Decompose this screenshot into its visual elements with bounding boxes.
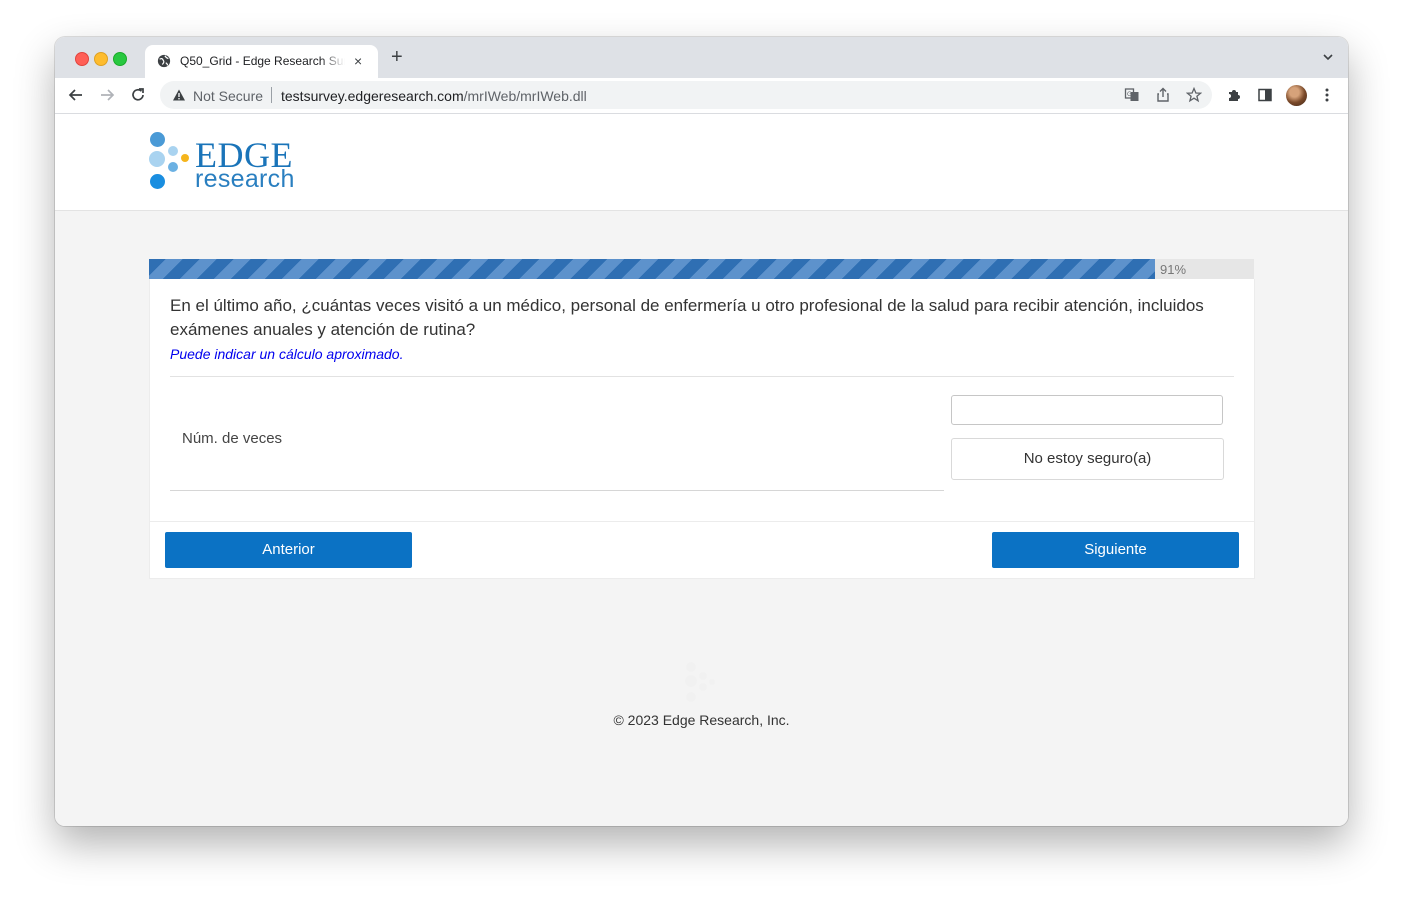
side-panel-icon[interactable] [1257,87,1273,103]
edge-research-logo: EDGE research [147,129,307,195]
copyright-text: © 2023 Edge Research, Inc. [613,712,790,728]
previous-button[interactable]: Anterior [165,532,412,568]
next-button[interactable]: Siguiente [992,532,1239,568]
navigation-bar: Anterior Siguiente [150,521,1254,579]
tab-strip: Q50_Grid - Edge Research Survey × + [55,37,1348,78]
more-menu-icon[interactable] [1319,87,1335,103]
divider [170,376,1234,377]
logo-dot [181,154,189,162]
security-label[interactable]: Not Secure [193,88,263,104]
profile-avatar[interactable] [1286,85,1307,106]
logo-dot [149,151,165,167]
share-icon[interactable] [1155,87,1171,103]
browser-tab[interactable]: Q50_Grid - Edge Research Survey × [145,45,378,78]
browser-toolbar: Not Secure testsurvey.edgeresearch.com/m… [55,78,1348,114]
minimize-window-button[interactable] [94,52,108,66]
progress-percent: 91% [1160,262,1187,277]
progress-fill [149,259,1155,279]
maximize-window-button[interactable] [113,52,127,66]
logo-dot [168,162,178,172]
question-hint: Puede indicar un cálculo aproximado. [170,346,404,362]
extensions-puzzle-icon[interactable] [1226,87,1242,103]
site-header: EDGE research [55,114,1348,211]
address-separator [271,87,272,103]
logo-dot [150,132,165,147]
logo-watermark-icon [685,662,715,702]
browser-window: Q50_Grid - Edge Research Survey × + Not … [55,37,1348,826]
number-of-times-input[interactable] [951,395,1223,425]
reload-icon[interactable] [129,86,147,104]
translate-icon[interactable]: G [1124,87,1140,103]
page-content: EDGE research 91% En el último año, ¿cuá… [55,114,1348,826]
url-path: /mrIWeb/mrIWeb.dll [463,88,587,104]
forward-arrow-icon[interactable] [98,86,116,104]
logo-dot [168,146,178,156]
tab-title: Q50_Grid - Edge Research Survey [180,54,345,68]
url-text[interactable]: testsurvey.edgeresearch.com/mrIWeb/mrIWe… [281,88,587,104]
new-tab-button[interactable]: + [391,47,403,67]
logo-subword: research [195,165,295,193]
globe-icon [157,54,171,68]
question-text: En el último año, ¿cuántas veces visitó … [170,296,1204,339]
survey-progress-bar: 91% [149,259,1254,279]
bookmark-star-icon[interactable] [1186,87,1202,103]
not-sure-button[interactable]: No estoy seguro(a) [951,438,1224,480]
close-window-button[interactable] [75,52,89,66]
chevron-down-icon[interactable] [1322,51,1334,63]
tab-close-icon[interactable]: × [354,53,362,69]
warning-icon[interactable] [172,88,186,102]
row-divider [170,490,944,491]
back-arrow-icon[interactable] [67,86,85,104]
url-host: testsurvey.edgeresearch.com [281,88,464,104]
row-label: Núm. de veces [182,430,283,447]
logo-dot [150,174,165,189]
address-bar[interactable]: Not Secure testsurvey.edgeresearch.com/m… [160,81,1212,109]
question-card: En el último año, ¿cuántas veces visitó … [149,279,1255,579]
svg-text:G: G [1127,91,1132,98]
